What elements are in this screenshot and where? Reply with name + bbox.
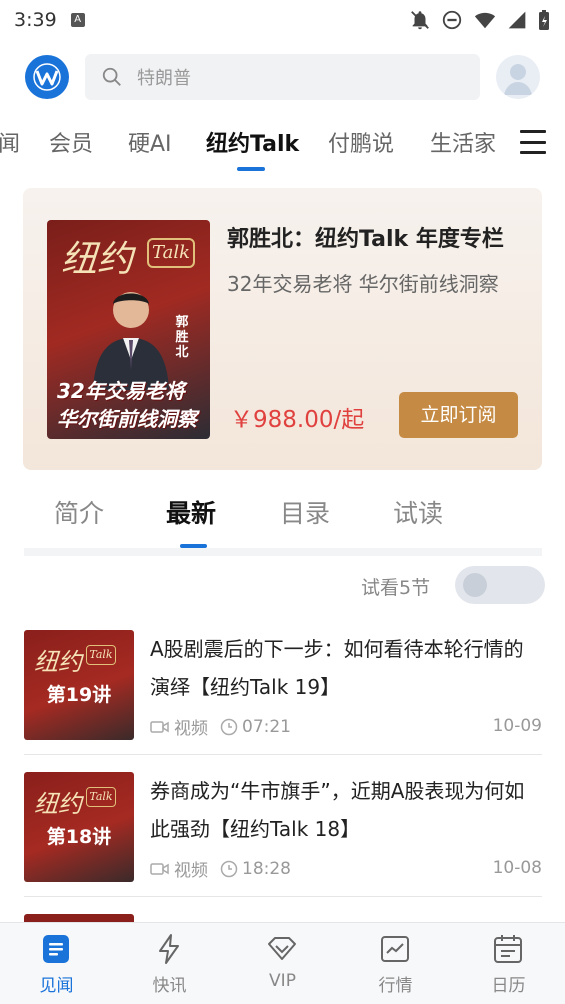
active-channel-indicator: [237, 167, 265, 171]
tab-latest[interactable]: 最新: [166, 494, 216, 530]
episode-meta: 视频 18:28: [150, 856, 291, 881]
nav-item-news[interactable]: 见闻: [0, 923, 113, 1004]
episode-title: 券商成为“牛市旗手”，近期A股表现为何如此强劲【纽约Talk 18】: [150, 779, 525, 841]
app-logo[interactable]: [25, 55, 69, 99]
nav-label: 行情: [378, 976, 413, 996]
episode-meta: 视频 07:21: [150, 714, 291, 739]
notifications-off-icon: [411, 11, 429, 30]
news-icon: [43, 935, 69, 963]
video-icon: [150, 862, 169, 875]
channel-tab-hard-ai[interactable]: 硬AI: [128, 126, 172, 158]
do-not-disturb-icon: [442, 10, 462, 30]
list-divider: [24, 896, 542, 897]
episode-type: 视频: [174, 719, 208, 739]
app-header: 特朗普: [0, 50, 565, 106]
channel-tab-fupeng[interactable]: 付鹏说: [328, 126, 394, 158]
episode-duration: 18:28: [242, 858, 291, 879]
cover-caption-line2: 华尔街前线洞察: [57, 407, 197, 431]
course-tabs: 简介 最新 目录 试读: [0, 488, 565, 550]
thumb-lecture: 第19讲: [46, 684, 112, 706]
status-time: 3:39: [14, 9, 57, 31]
bottom-nav: 见闻 快讯 VIP 行情 日历: [0, 922, 565, 1004]
list-item[interactable]: 纽约 Talk 第18讲 券商成为“牛市旗手”，近期A股表现为何如此强劲【纽约T…: [24, 772, 542, 914]
subscribe-button[interactable]: 立即订阅: [399, 392, 518, 438]
search-bar[interactable]: 特朗普: [85, 54, 480, 100]
flash-icon: [159, 934, 179, 964]
clock-icon: [220, 718, 238, 735]
video-icon: [150, 720, 169, 733]
logo-w-icon: [33, 63, 61, 91]
channel-tab-member[interactable]: 会员: [49, 126, 93, 158]
thumb-talk-badge: Talk: [86, 645, 116, 665]
presenter-portrait: [93, 292, 169, 390]
thumb-talk-badge: Talk: [86, 787, 116, 807]
status-bar: 3:39 A: [0, 0, 565, 40]
course-subtitle: 32年交易老将 华尔街前线洞察: [227, 272, 499, 296]
list-item[interactable]: 纽约 Talk 第19讲 A股剧震后的下一步：如何看待本轮行情的演绎【纽约Tal…: [24, 630, 542, 772]
next-episode-thumbnail-partial: [24, 914, 134, 922]
search-icon: [102, 67, 121, 86]
cover-brand: 纽约: [61, 239, 134, 280]
thumb-lecture: 第18讲: [46, 826, 112, 848]
battery-icon: [539, 10, 549, 30]
channel-menu-icon[interactable]: [520, 130, 546, 154]
episode-type: 视频: [174, 861, 208, 881]
course-title: 郭胜北：纽约Talk 年度专栏: [227, 227, 504, 252]
cover-name-tag: 郭胜北: [175, 315, 189, 360]
course-price: ￥988.00/起: [230, 407, 365, 433]
nav-item-flash[interactable]: 快讯: [113, 923, 226, 1004]
status-icons: [409, 9, 551, 31]
vip-icon: [268, 937, 296, 960]
user-avatar-icon: [504, 64, 532, 95]
section-divider: [24, 548, 542, 556]
preview-toggle[interactable]: [455, 566, 545, 604]
episode-date: 10-08: [492, 858, 542, 878]
nav-label: 日历: [491, 976, 526, 996]
nav-label: 见闻: [39, 976, 74, 996]
nav-item-calendar[interactable]: 日历: [452, 923, 565, 1004]
tab-intro[interactable]: 简介: [54, 494, 104, 530]
episode-title: A股剧震后的下一步：如何看待本轮行情的演绎【纽约Talk 19】: [150, 637, 524, 699]
cover-talk-badge: Talk: [147, 238, 195, 268]
search-placeholder: 特朗普: [137, 68, 191, 89]
avatar[interactable]: [496, 55, 540, 99]
channel-tabs: 闻 会员 硬AI 纽约Talk 付鹏说 生活家: [0, 118, 565, 174]
thumb-brand: 纽约: [34, 790, 82, 818]
course-card: 纽约 Talk 郭胜北 32年交易老将 华尔街前线洞察 郭胜北：纽约Talk 年…: [23, 188, 542, 470]
nav-item-vip[interactable]: VIP: [226, 923, 339, 1004]
sim-icon: A: [70, 13, 85, 27]
clock-icon: [220, 860, 238, 877]
list-divider: [24, 754, 542, 755]
wifi-icon: [474, 12, 496, 29]
nav-item-market[interactable]: 行情: [339, 923, 452, 1004]
course-cover: 纽约 Talk 郭胜北 32年交易老将 华尔街前线洞察: [47, 220, 210, 439]
toggle-knob: [463, 573, 487, 597]
nav-label: VIP: [269, 971, 296, 991]
episode-thumbnail: 纽约 Talk 第18讲: [24, 772, 134, 882]
calendar-icon: [494, 935, 522, 963]
market-icon: [381, 936, 409, 962]
channel-tab-newyork-talk[interactable]: 纽约Talk: [206, 126, 299, 158]
cover-caption-line1: 32年交易老将: [57, 379, 185, 403]
channel-tab-news[interactable]: 闻: [0, 126, 20, 158]
tab-catalog[interactable]: 目录: [280, 494, 330, 530]
preview-label: 试看5节: [361, 577, 431, 599]
episode-date: 10-09: [492, 716, 542, 736]
tab-trial[interactable]: 试读: [393, 494, 443, 530]
episode-duration: 07:21: [242, 716, 291, 737]
episode-thumbnail: 纽约 Talk 第19讲: [24, 630, 134, 740]
channel-tab-lifestyle[interactable]: 生活家: [430, 126, 496, 158]
nav-label: 快讯: [152, 976, 187, 996]
signal-icon: [508, 11, 526, 29]
thumb-brand: 纽约: [34, 648, 82, 676]
